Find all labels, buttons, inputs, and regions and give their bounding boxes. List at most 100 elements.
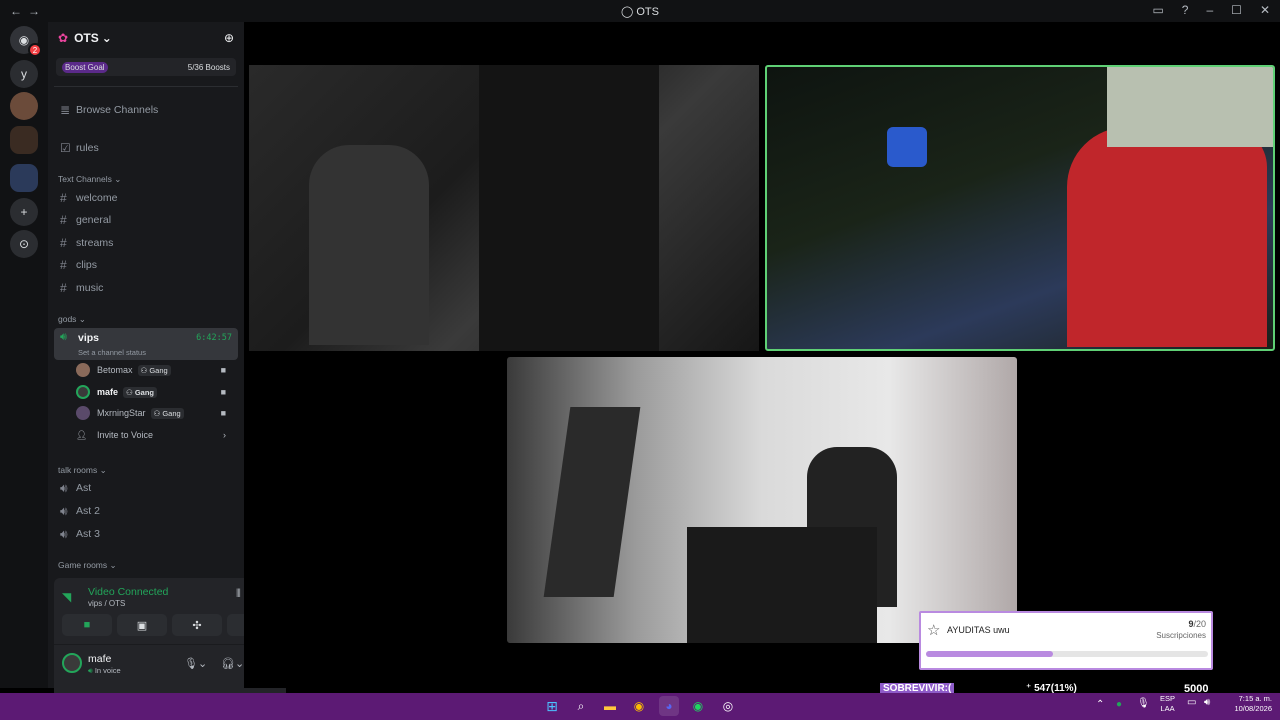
video-tile-mafe[interactable] (765, 65, 1275, 351)
subscription-goal-widget: ☆ AYUDITAS uwu 9/20 Suscripciones (919, 611, 1213, 670)
video-feed (1107, 67, 1273, 147)
connection-icon: ◥ (62, 590, 72, 604)
channel-sidebar: ✿ OTS ⌄ ⊕ Boost Goal 5/36 Boosts ≣ Browse… (48, 22, 286, 706)
channel-general[interactable]: # general (54, 210, 238, 230)
role-tag: ⚇ Gang (137, 364, 171, 376)
category-text-channels[interactable]: Text Channels ⌄ (58, 174, 121, 185)
noise-suppression-icon[interactable]: ⦀ (236, 588, 241, 601)
channel-status[interactable]: Set a channel status (78, 348, 146, 357)
minimize-button[interactable]: – (1206, 3, 1213, 17)
avatar[interactable] (62, 653, 82, 673)
avatar (76, 363, 90, 377)
file-explorer-icon[interactable]: ▬ (600, 696, 620, 716)
avatar (76, 385, 90, 399)
discord-icon[interactable]: ◕ (659, 696, 679, 716)
role-tag: ⚇ Gang (150, 407, 184, 419)
headphones-icon[interactable]: 🎧︎⌄ (221, 657, 244, 670)
server-header[interactable]: ✿ OTS ⌄ ⊕ (48, 22, 244, 54)
chevron-down-icon: ⌄ (101, 31, 112, 45)
help-icon[interactable]: ? (1182, 3, 1189, 17)
tray-app-icon[interactable]: ● (1116, 699, 1122, 710)
voice-location[interactable]: vips / OTS (88, 599, 125, 608)
speaker-icon: 🔊︎ (60, 480, 68, 495)
user-status: 🔊︎ In voice (88, 666, 121, 675)
discover-icon[interactable]: ⊙ (10, 230, 38, 258)
server-icon-avatar[interactable] (10, 92, 38, 120)
voice-channel-ast-2[interactable]: 🔊︎ Ast 2 (54, 501, 238, 521)
channel-streams[interactable]: # streams (54, 233, 238, 253)
activities-button[interactable]: ✣ (172, 614, 222, 636)
title-bar: ←→ ◯ OTS ▭ ? – ☐ ✕ (0, 0, 1280, 22)
voice-channel-ast-3[interactable]: 🔊︎ Ast 3 (54, 524, 238, 544)
voice-user[interactable]: MxrningStar ⚇ Gang ■ (76, 404, 232, 422)
channel-clips[interactable]: # clips (54, 255, 238, 275)
boost-goal-label: Boost Goal (62, 61, 108, 73)
video-feed (479, 65, 659, 351)
list-icon: ≣ (60, 103, 71, 117)
boost-count: 5/36 Boosts (187, 62, 230, 72)
video-tile-betomax[interactable] (249, 65, 759, 351)
video-feed (309, 145, 429, 345)
invite-to-voice[interactable]: 👤︎ Invite to Voice › (76, 426, 232, 444)
obs-icon[interactable]: ◎ (718, 696, 738, 716)
hash-icon: # (60, 258, 67, 272)
language-indicator[interactable]: ESP LAA (1160, 694, 1175, 714)
camera-button[interactable]: ■ (62, 614, 112, 636)
server-name: OTS (74, 31, 99, 45)
discord-home-icon[interactable]: ◉ 2 (10, 26, 42, 57)
screen-share-icon: ▣ (136, 619, 148, 632)
voice-channel-vips[interactable]: 🔊︎ vips 6:42:57 Set a channel status (54, 328, 238, 360)
channel-welcome[interactable]: # welcome (54, 188, 238, 208)
voice-channel-ast[interactable]: 🔊︎ Ast (54, 478, 238, 498)
clock[interactable]: 7:15 a. m. 10/08/2026 (1226, 694, 1272, 714)
channel-rules[interactable]: ☑ rules (54, 138, 238, 158)
chevron-up-icon[interactable]: ⌃ (1096, 699, 1104, 710)
goal-progress-track (926, 651, 1208, 657)
invite-people-icon[interactable]: ⊕ (224, 31, 234, 45)
goal-count: 9/20 (1188, 619, 1206, 629)
browse-channels[interactable]: ≣ Browse Channels (54, 100, 238, 120)
goal-title: AYUDITAS uwu (947, 625, 1010, 635)
video-feed (543, 407, 641, 597)
boost-goal-bar[interactable]: Boost Goal 5/36 Boosts (56, 58, 236, 76)
category-talk-rooms[interactable]: talk rooms ⌄ (58, 465, 107, 476)
microphone-icon[interactable]: 🎙︎⌄ (184, 657, 207, 670)
screen-share-button[interactable]: ▣ (117, 614, 167, 636)
voice-status: Video Connected (88, 586, 169, 598)
category-game-rooms[interactable]: Game rooms ⌄ (58, 560, 117, 571)
voice-user[interactable]: Betomax ⚇ Gang ■ (76, 361, 232, 379)
spotify-icon[interactable]: ◉ (688, 696, 708, 716)
add-server-icon[interactable]: + (10, 198, 38, 226)
notification-badge: 2 (28, 43, 42, 57)
speaker-icon: 🔊︎ (60, 331, 67, 343)
server-icon-y[interactable]: y (10, 60, 38, 88)
inbox-icon[interactable]: ▭ (1152, 3, 1163, 17)
activities-icon: ✣ (192, 619, 202, 632)
volume-icon[interactable]: 🔊︎ (1204, 697, 1210, 708)
start-icon[interactable]: ⊞ (542, 696, 562, 716)
voice-user[interactable]: mafe ⚇ Gang ■ (76, 383, 232, 401)
search-icon[interactable]: ⌕ (571, 696, 591, 716)
voice-timer: 6:42:57 (196, 333, 232, 343)
microphone-tray-icon[interactable]: 🎙︎ (1137, 698, 1150, 709)
windows-taskbar: ⊞ ⌕ ▬ ◉ ◕ ◉ ◎ ⌃ ● 🎙︎ ESP LAA ▭ 🔊︎ 7:15 a.… (0, 693, 1280, 720)
server-list: ◉ 2 y + ⊙ (0, 22, 48, 688)
divider (54, 86, 238, 87)
network-icon[interactable]: ▭ (1187, 697, 1196, 708)
server-folder-icon[interactable] (10, 164, 38, 192)
channel-music[interactable]: # music (54, 278, 238, 298)
video-icon: ■ (220, 408, 226, 418)
close-button[interactable]: ✕ (1260, 3, 1270, 17)
avatar (76, 406, 90, 420)
category-gods[interactable]: gods ⌄ (58, 314, 86, 325)
video-feed (687, 527, 877, 643)
video-tile-mxrningstar[interactable] (507, 357, 1017, 643)
hash-icon: # (60, 236, 67, 250)
server-icon-ots[interactable] (10, 126, 38, 154)
chevron-right-icon: › (223, 430, 226, 440)
add-person-icon: 👤︎ (76, 429, 88, 440)
chrome-icon[interactable]: ◉ (629, 696, 649, 716)
maximize-button[interactable]: ☐ (1231, 3, 1242, 17)
video-feed (1067, 127, 1267, 347)
hash-icon: # (60, 213, 67, 227)
